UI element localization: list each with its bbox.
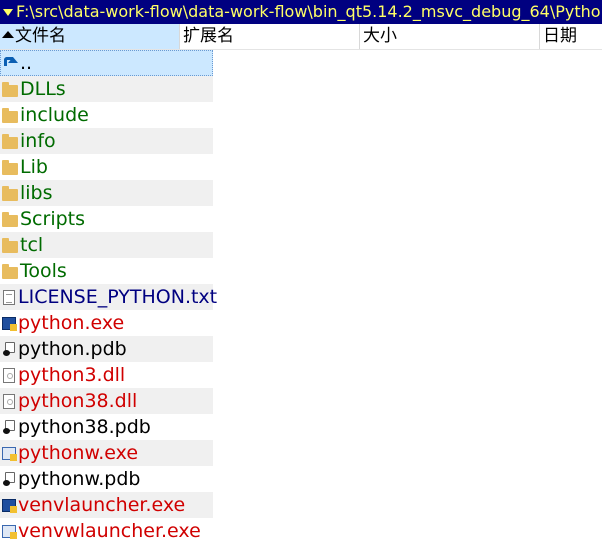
file-name: venvlauncher.exe [18,494,186,516]
current-path: F:\src\data-work-flow\data-work-flow\bin… [16,2,602,21]
column-header-size[interactable]: 大小 [360,24,540,49]
file-name: python.exe [18,312,125,334]
file-name: python38.pdb [18,416,151,438]
file-name: pythonw.exe [18,442,139,464]
file-row[interactable]: libs [0,180,213,206]
file-name: DLLs [20,78,66,100]
column-header-date[interactable]: 日期 [540,24,602,49]
column-headers: 文件名 扩展名 大小 日期 [0,24,602,50]
folder-icon [2,212,18,227]
dll-file-icon [3,367,15,383]
file-row[interactable]: venvlauncher.exe [0,492,213,518]
dropdown-arrow-icon[interactable] [3,9,13,16]
exe-window-icon [2,524,17,539]
dll-file-icon [3,393,15,409]
file-row[interactable]: Lib [0,154,213,180]
file-name: tcl [20,234,44,256]
file-row[interactable]: pythonw.exe [0,440,213,466]
file-row[interactable]: Tools [0,258,213,284]
column-header-ext[interactable]: 扩展名 [180,24,360,49]
file-list: .. DLLs include info Lib libs Scripts tcl Tools L… [0,50,217,544]
file-row[interactable]: DLLs [0,76,213,102]
file-row[interactable]: .. [0,50,213,76]
folder-icon [2,82,18,97]
file-name: libs [20,182,53,204]
sort-ascending-icon [2,30,14,38]
file-row[interactable]: info [0,128,213,154]
folder-icon [2,160,18,175]
text-file-icon [3,289,15,305]
file-name: Scripts [20,208,86,230]
file-name: info [20,130,56,152]
file-row[interactable]: python38.pdb [0,414,213,440]
pdb-file-icon [3,341,15,357]
file-name: Lib [20,156,48,178]
file-name: .. [20,52,33,74]
path-bar[interactable]: F:\src\data-work-flow\data-work-flow\bin… [0,0,602,24]
file-name: python38.dll [18,390,138,412]
folder-icon [2,108,18,123]
exe-icon [2,498,17,513]
file-row[interactable]: pythonw.pdb [0,466,213,492]
folder-icon [2,264,18,279]
pdb-file-icon [3,471,15,487]
file-row[interactable]: python38.dll [0,388,213,414]
exe-window-icon [2,446,17,461]
folder-icon [2,238,18,253]
file-name: LICENSE_PYTHON.txt [18,286,218,308]
file-name: python.pdb [18,338,127,360]
column-header-name[interactable]: 文件名 [0,24,180,49]
file-name: python3.dll [18,364,126,386]
file-row[interactable]: include [0,102,213,128]
pdb-file-icon [3,419,15,435]
exe-icon [2,316,17,331]
folder-icon [2,186,18,201]
file-row[interactable]: venvwlauncher.exe [0,518,213,544]
file-row[interactable]: python.pdb [0,336,213,362]
file-name: pythonw.pdb [18,468,141,490]
file-row[interactable]: Scripts [0,206,213,232]
file-row[interactable]: python3.dll [0,362,213,388]
file-row[interactable]: LICENSE_PYTHON.txt [0,284,217,310]
file-name: venvwlauncher.exe [18,520,201,542]
folder-icon [2,134,18,149]
file-name: include [20,104,89,126]
file-row[interactable]: tcl [0,232,213,258]
up-dir-icon [2,55,18,71]
file-row[interactable]: python.exe [0,310,213,336]
file-name: Tools [20,260,67,282]
